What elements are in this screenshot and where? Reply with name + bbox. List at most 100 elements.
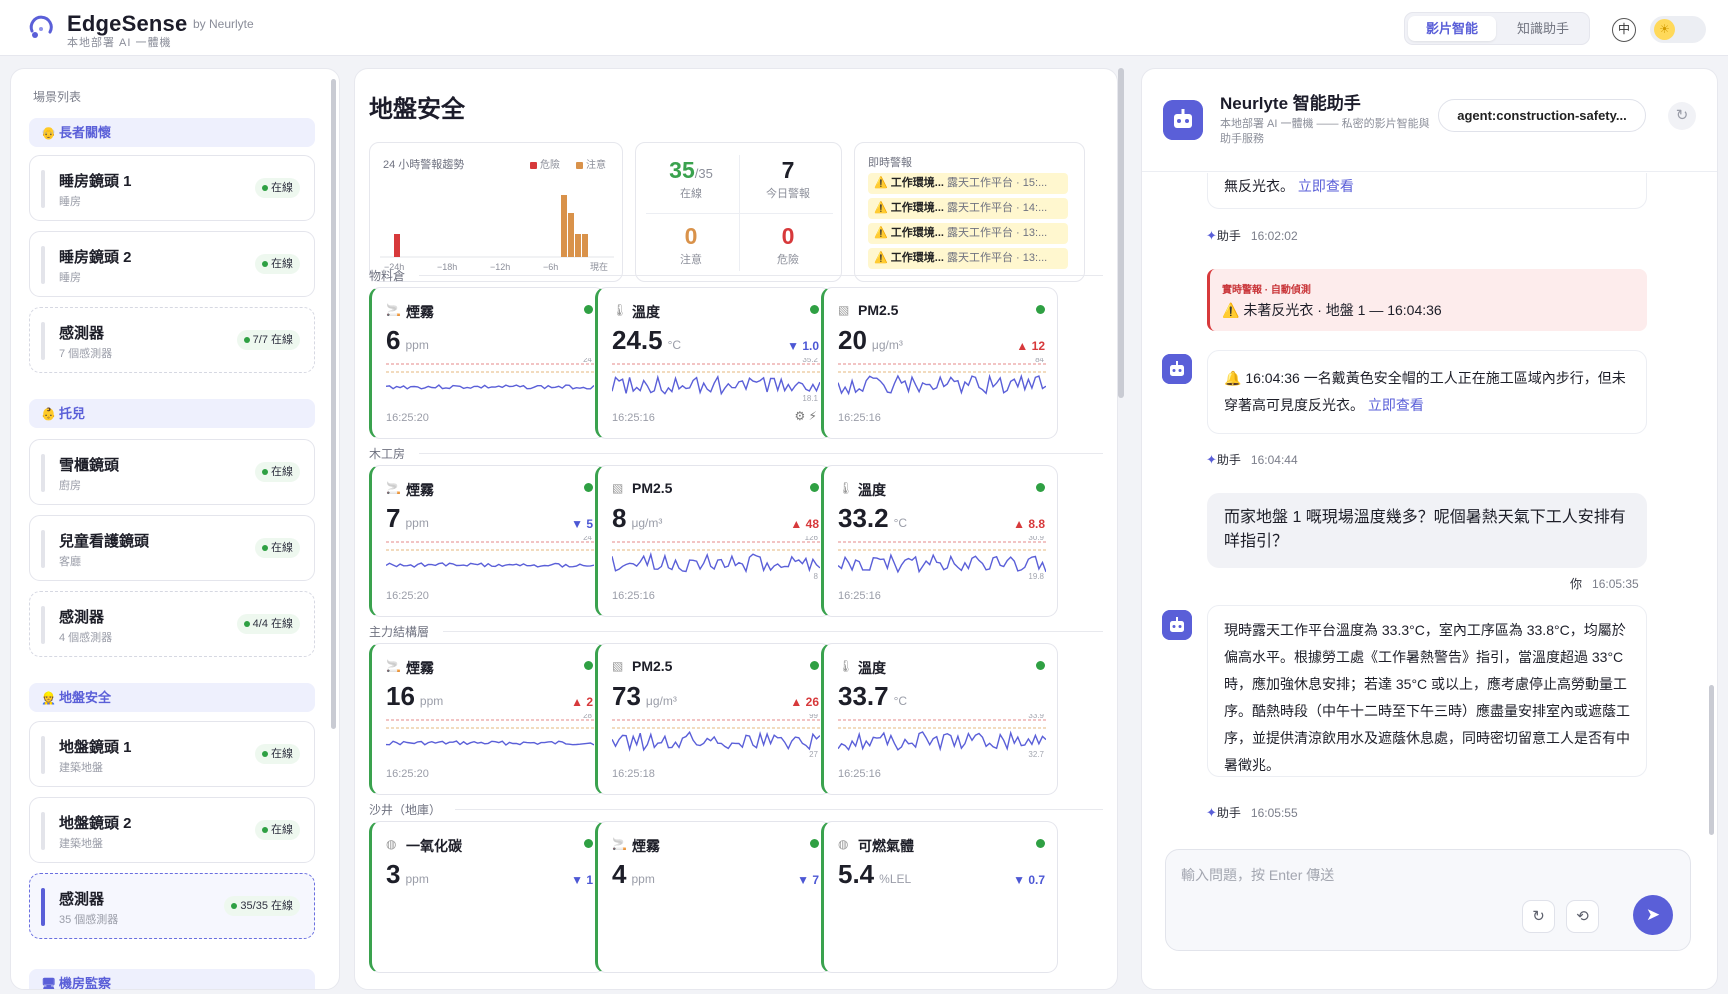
sensor-sparkline: 30.9 19.8 xyxy=(838,536,1046,580)
status-badge: 在線 xyxy=(255,744,300,764)
sensor-value: 16 ppm xyxy=(386,681,444,711)
sensor-card[interactable]: 🌡 溫度 33.7 °C 33.9 32.7 16:25:16 xyxy=(821,643,1058,795)
alert-row[interactable]: ⚠️ 工作環境... 露天工作平台 · 14:... xyxy=(868,198,1068,219)
sensor-sparkline: 84 xyxy=(838,358,1046,396)
dashboard-scrollbar[interactable] xyxy=(1118,68,1124,398)
history-icon[interactable]: ↻ xyxy=(1668,102,1696,130)
sidebar-item-bedroom-cam-1[interactable]: 睡房鏡頭 1 睡房 在線 xyxy=(29,155,315,221)
chat-scrollbar[interactable] xyxy=(1709,685,1714,835)
item-sub: 7 個感測器 xyxy=(59,348,113,360)
gas-icon: ◍ xyxy=(838,837,849,851)
sensor-sparkline: 33.9 32.7 xyxy=(838,714,1046,758)
sensor-name: PM2.5 xyxy=(632,658,673,674)
group-site-safety[interactable]: 👷 地盤安全 xyxy=(29,683,315,712)
sensor-name: 一氧化碳 xyxy=(406,838,462,854)
chat-title: Neurlyte 智能助手 xyxy=(1220,94,1361,113)
sensor-value: 20 μg/m³ xyxy=(838,325,903,355)
agent-selector[interactable]: agent:construction-safety... xyxy=(1438,99,1646,132)
sensor-timestamp: 16:25:16 xyxy=(838,412,881,424)
ref-label: 84 xyxy=(1035,358,1044,364)
reset-icon[interactable]: ↻ xyxy=(1522,900,1555,933)
sensor-card[interactable]: ▧ PM2.5 8 μg/m³ ▲ 48 126 8 16:25:16 xyxy=(595,465,832,617)
page-title: 地盤安全 xyxy=(369,96,465,123)
bar-danger xyxy=(394,234,400,257)
group-server-room[interactable]: 🖥 機房監察 xyxy=(29,969,315,990)
sensor-timestamp: 16:25:20 xyxy=(386,590,429,602)
sensor-sparkline: 126 8 xyxy=(612,536,820,580)
assistant-chat-panel: Neurlyte 智能助手 本地部署 AI 一體機 —— 私密的影片智能與助手服… xyxy=(1141,68,1718,990)
sensor-card[interactable]: 🚬 煙霧 16 ppm ▲ 2 28 16:25:20 xyxy=(369,643,606,795)
server-icon: 🖥 xyxy=(41,977,57,990)
sensor-delta: ▲ 48 xyxy=(790,517,819,531)
online-dot xyxy=(1036,483,1045,492)
alert-row[interactable]: ⚠️ 工作環境... 露天工作平台 · 13:... xyxy=(868,248,1068,269)
realtime-alert-message[interactable]: 實時警報 · 自動偵測 ⚠️ 未著反光衣 · 地盤 1 — 16:04:36 xyxy=(1207,269,1647,331)
alert-row[interactable]: ⚠️ 工作環境... 露天工作平台 · 15:... xyxy=(868,173,1068,194)
repeat-icon[interactable]: ⟲ xyxy=(1566,900,1599,933)
item-sub: 睡房 xyxy=(59,196,81,208)
user-message-meta: 你 16:05:35 xyxy=(1570,577,1639,591)
mode-switch: 影片智能 知識助手 xyxy=(1404,12,1590,45)
sidebar-item-site-cam-1[interactable]: 地盤鏡頭 1 建築地盤 在線 xyxy=(29,721,315,787)
sparkline-series xyxy=(386,384,594,390)
sparkle-icon: ✦ xyxy=(1206,228,1217,243)
thermometer-icon: 🌡 xyxy=(838,481,854,495)
sensor-card[interactable]: 🚬 煙霧 7 ppm ▼ 5 24 16:25:20 xyxy=(369,465,606,617)
sensor-name: 煙霧 xyxy=(632,838,660,854)
sidebar-item-child-cam[interactable]: 兒童看護鏡頭 客廳 在線 xyxy=(29,515,315,581)
tick-label: −18h xyxy=(437,262,457,272)
sensor-card[interactable]: 🚬 煙霧 6 ppm 24 16:25:20 xyxy=(369,287,606,439)
sensor-name: 煙霧 xyxy=(406,660,434,676)
tab-knowledge-assistant[interactable]: 知識助手 xyxy=(1499,16,1587,41)
sensor-tools[interactable]: ⚙ ⚡ xyxy=(794,409,817,423)
sidebar-item-site-sensors[interactable]: 感測器 35 個感測器 35/35 在線 xyxy=(29,873,315,939)
chat-input[interactable] xyxy=(1181,865,1661,895)
group-childcare[interactable]: 👶 托兒 xyxy=(29,399,315,428)
sidebar-item-elder-sensors[interactable]: 感測器 7 個感測器 7/7 在線 xyxy=(29,307,315,373)
theme-toggle[interactable]: ☀ xyxy=(1650,16,1706,43)
sensor-delta: ▼ 5 xyxy=(571,517,593,531)
sidebar-scrollbar[interactable] xyxy=(331,79,336,729)
section-label: 木工房 xyxy=(369,447,406,461)
sensor-card[interactable]: 🚬 煙霧 4 ppm ▼ 7 xyxy=(595,821,832,973)
sensor-card[interactable]: 🌡 溫度 24.5 °C ▼ 1.0 35.2 18.1 16:25:16 ⚙ ⚡ xyxy=(595,287,832,439)
send-icon[interactable]: ➤ xyxy=(1633,895,1673,935)
item-sub: 廚房 xyxy=(59,480,81,492)
view-now-link[interactable]: 立即查看 xyxy=(1298,178,1354,194)
item-name: 睡房鏡頭 1 xyxy=(59,173,132,190)
group-label: 長者關懷 xyxy=(59,125,112,140)
sensor-sparkline: 24 xyxy=(386,536,594,568)
sensor-timestamp: 16:25:16 xyxy=(612,590,655,602)
sensor-card[interactable]: ◍ 可燃氣體 5.4 %LEL ▼ 0.7 xyxy=(821,821,1058,973)
sidebar-item-fridge-cam[interactable]: 雪櫃鏡頭 廚房 在線 xyxy=(29,439,315,505)
sensor-name: 溫度 xyxy=(632,304,660,320)
sparkline-series xyxy=(612,730,820,753)
sensor-card[interactable]: 🌡 溫度 33.2 °C ▲ 8.8 30.9 19.8 16:25:16 xyxy=(821,465,1058,617)
sensor-value: 5.4 %LEL xyxy=(838,859,912,889)
sidebar-item-child-sensors[interactable]: 感測器 4 個感測器 4/4 在線 xyxy=(29,591,315,657)
message-meta: ✦助手 16:04:44 xyxy=(1206,452,1298,467)
sidebar-item-site-cam-2[interactable]: 地盤鏡頭 2 建築地盤 在線 xyxy=(29,797,315,863)
sensor-value: 3 ppm xyxy=(386,859,429,889)
view-now-link[interactable]: 立即查看 xyxy=(1368,397,1424,413)
sensor-name: 煙霧 xyxy=(406,482,434,498)
alert-row[interactable]: ⚠️ 工作環境... 露天工作平台 · 13:... xyxy=(868,223,1068,244)
sensor-delta: ▼ 1 xyxy=(571,873,593,887)
sensor-name: 煙霧 xyxy=(406,304,434,320)
pm25-icon: ▧ xyxy=(612,659,624,673)
ref-label: 126 xyxy=(805,536,819,542)
status-badge: 在線 xyxy=(255,820,300,840)
sidebar-item-bedroom-cam-2[interactable]: 睡房鏡頭 2 睡房 在線 xyxy=(29,231,315,297)
ref-label: 24 xyxy=(583,358,592,364)
sensor-card[interactable]: ▧ PM2.5 73 μg/m³ ▲ 26 99 27 16:25:18 xyxy=(595,643,832,795)
sensor-card[interactable]: ▧ PM2.5 20 μg/m³ ▲ 12 84 16:25:16 xyxy=(821,287,1058,439)
sensor-card[interactable]: ◍ 一氧化碳 3 ppm ▼ 1 xyxy=(369,821,606,973)
sensor-timestamp: 16:25:16 xyxy=(612,412,655,424)
scene-sidebar: 場景列表 👴 長者關懷 睡房鏡頭 1 睡房 在線 睡房鏡頭 2 睡房 在線 感測器… xyxy=(10,68,340,990)
group-elder-care[interactable]: 👴 長者關懷 xyxy=(29,118,315,147)
co-icon: ◍ xyxy=(386,837,397,851)
brand-subtitle: 本地部署 AI 一體機 xyxy=(67,37,172,49)
language-button[interactable]: 中 xyxy=(1612,18,1636,42)
tab-video-intelligence[interactable]: 影片智能 xyxy=(1408,16,1496,41)
sensor-sparkline: 28 xyxy=(386,714,594,746)
